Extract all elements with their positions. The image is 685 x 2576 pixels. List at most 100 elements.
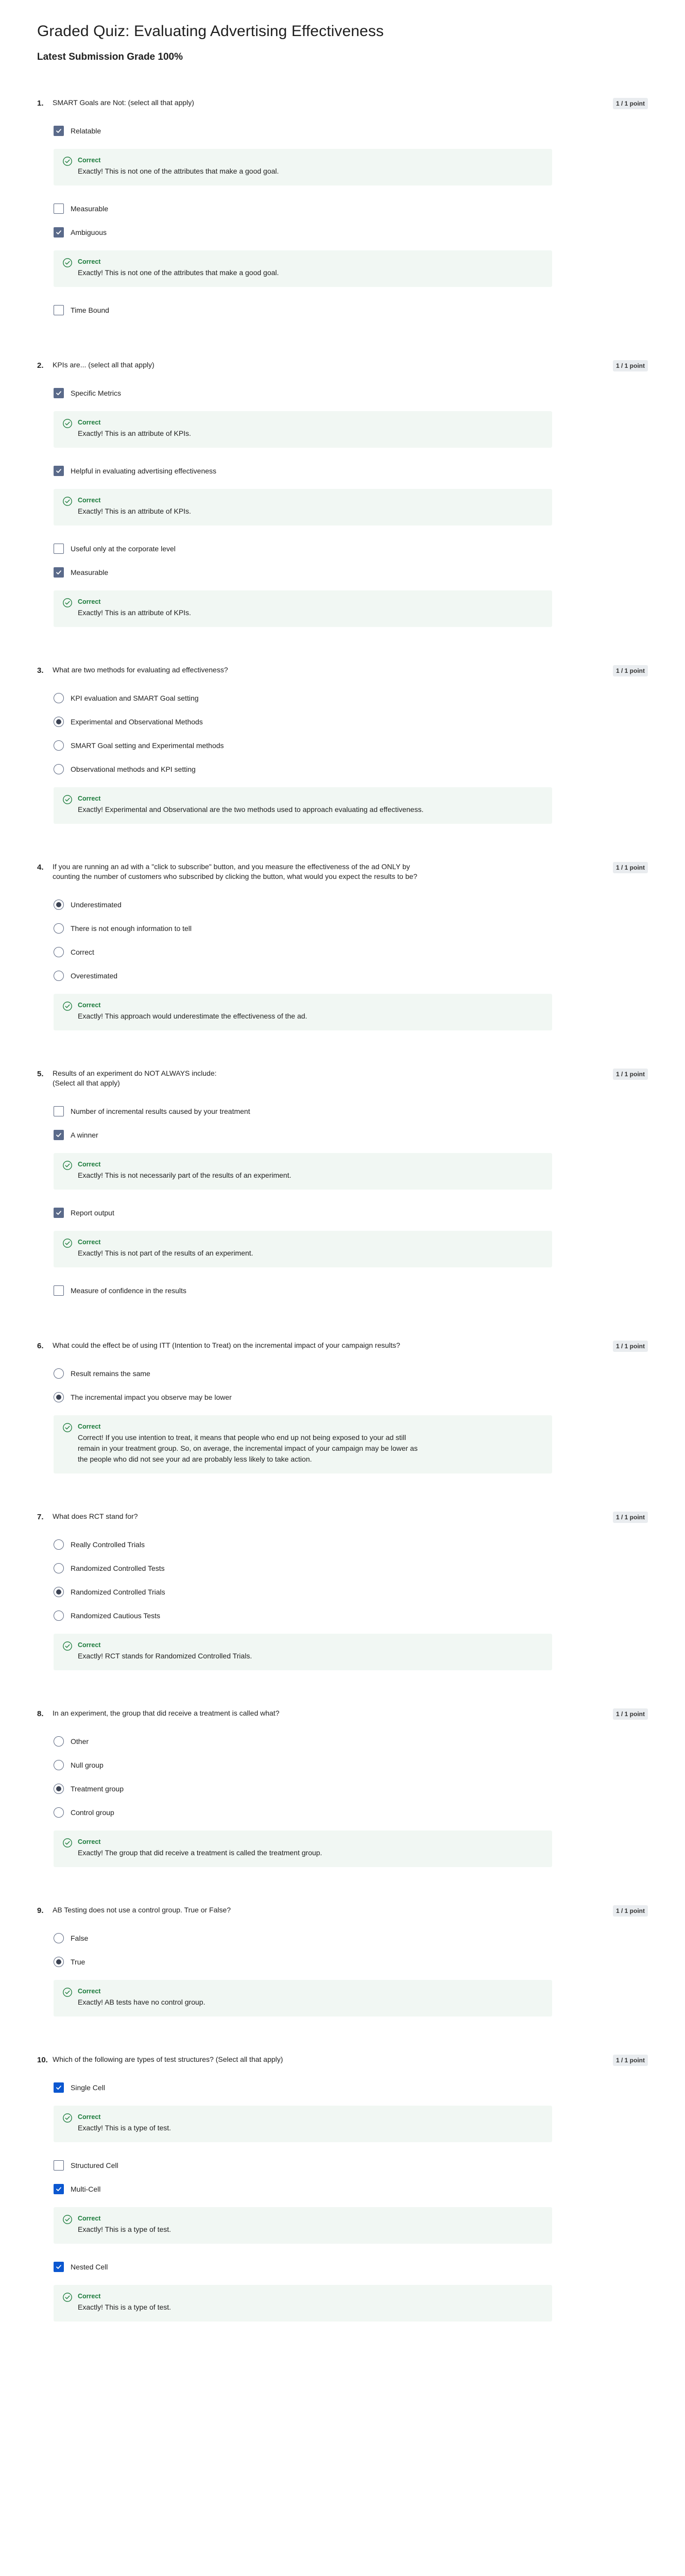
answer-checkbox[interactable] [54,1285,64,1296]
answer-option[interactable]: There is not enough information to tell [54,917,648,940]
answer-option-label: Randomized Controlled Trials [71,1588,165,1596]
answer-radio[interactable] [54,764,64,774]
answer-option[interactable]: Time Bound [54,298,648,322]
answer-radio[interactable] [54,1539,64,1550]
answer-option[interactable]: Overestimated [54,964,648,988]
answer-radio[interactable] [54,1807,64,1818]
checkbox-group: Single Cell Correct Exactly! This is a typ… [37,2076,648,2321]
question-5: 5. Results of an experiment do NOT ALWAYS… [37,1069,648,1302]
check-circle-icon [63,598,72,607]
answer-option[interactable]: Useful only at the corporate level [54,537,648,561]
feedback-title: Correct [78,497,101,504]
answer-option[interactable]: Specific Metrics [54,381,648,405]
answer-radio[interactable] [54,971,64,981]
answer-option-label: Other [71,1737,89,1745]
answer-option[interactable]: True [54,1950,648,1974]
feedback-text: Exactly! This is a type of test. [78,2303,172,2311]
feedback-text: Exactly! This is an attribute of KPIs. [78,608,191,617]
answer-option[interactable]: Report output [54,1201,648,1225]
question-header: 3. What are two methods for evaluating ad… [37,665,648,675]
radio-selected-dot [56,1786,61,1791]
answer-option[interactable]: Randomized Controlled Tests [54,1556,648,1580]
answer-option[interactable]: The incremental impact you observe may b… [54,1385,648,1409]
answer-radio[interactable] [54,947,64,957]
answer-option[interactable]: Control group [54,1801,648,1824]
answer-checkbox[interactable] [54,227,64,238]
answer-option-label: Single Cell [71,2083,105,2092]
answer-option[interactable]: Treatment group [54,1777,648,1801]
answer-option[interactable]: False [54,1926,648,1950]
answer-option[interactable]: Nested Cell [54,2255,648,2279]
answer-checkbox[interactable] [54,2160,64,2171]
answer-option[interactable]: Relatable [54,119,648,143]
answer-checkbox[interactable] [54,466,64,476]
answer-checkbox[interactable] [54,1130,64,1140]
answer-option-label: True [71,1958,85,1966]
answer-checkbox[interactable] [54,544,64,554]
answer-checkbox[interactable] [54,567,64,578]
answer-radio[interactable] [54,717,64,727]
answer-checkbox[interactable] [54,1208,64,1218]
answer-radio[interactable] [54,923,64,934]
answer-option[interactable]: Other [54,1730,648,1753]
answer-option[interactable]: Measurable [54,197,648,221]
answer-checkbox[interactable] [54,2082,64,2093]
check-mark-icon [56,2187,61,2191]
answer-option[interactable]: Multi-Cell [54,2177,648,2201]
answer-option[interactable]: SMART Goal setting and Experimental meth… [54,734,648,757]
answer-option[interactable]: Observational methods and KPI setting [54,757,648,781]
answer-checkbox[interactable] [54,388,64,398]
answer-option[interactable]: Randomized Controlled Trials [54,1580,648,1604]
answer-checkbox[interactable] [54,2184,64,2194]
answer-radio[interactable] [54,1392,64,1402]
answer-option[interactable]: KPI evaluation and SMART Goal setting [54,686,648,710]
answer-option[interactable]: Measurable [54,561,648,584]
radio-group: KPI evaluation and SMART Goal setting Exp… [37,686,648,824]
answer-checkbox[interactable] [54,305,64,315]
answer-checkbox[interactable] [54,126,64,136]
feedback-text: Exactly! This is an attribute of KPIs. [78,429,191,437]
answer-radio[interactable] [54,693,64,703]
answer-radio[interactable] [54,1368,64,1379]
answer-option[interactable]: Single Cell [54,2076,648,2099]
answer-option[interactable]: Correct [54,940,648,964]
answer-option-label: Randomized Cautious Tests [71,1612,161,1620]
question-text: Which of the following are types of test… [53,2055,283,2063]
answer-option-label: Measure of confidence in the results [71,1286,186,1295]
answer-option[interactable]: A winner [54,1123,648,1147]
answer-option[interactable]: Really Controlled Trials [54,1533,648,1556]
feedback-title: Correct [78,258,101,265]
answer-radio[interactable] [54,740,64,751]
check-mark-icon [56,391,61,395]
answer-option[interactable]: Ambiguous [54,221,648,244]
feedback-body: Correct Exactly! This is an attribute of … [78,497,191,517]
answer-radio[interactable] [54,1760,64,1770]
answer-option[interactable]: Result remains the same [54,1362,648,1385]
feedback-body: Correct Exactly! This approach would unde… [78,1002,307,1022]
answer-checkbox[interactable] [54,2262,64,2272]
answer-option-label: Observational methods and KPI setting [71,765,196,773]
answer-radio[interactable] [54,1587,64,1597]
answer-option[interactable]: Number of incremental results caused by … [54,1099,648,1123]
answer-radio[interactable] [54,1933,64,1943]
answer-radio[interactable] [54,900,64,910]
answer-radio[interactable] [54,1957,64,1967]
answer-option[interactable]: Experimental and Observational Methods [54,710,648,734]
answer-radio[interactable] [54,1563,64,1573]
answer-option[interactable]: Helpful in evaluating advertising effect… [54,459,648,483]
answer-radio[interactable] [54,1611,64,1621]
answer-radio[interactable] [54,1736,64,1747]
answer-option[interactable]: Structured Cell [54,2154,648,2177]
answer-option[interactable]: Measure of confidence in the results [54,1279,648,1302]
feedback-title: Correct [78,157,101,164]
answer-radio[interactable] [54,1784,64,1794]
feedback-text: Exactly! This approach would underestima… [78,1012,307,1020]
answer-checkbox[interactable] [54,1106,64,1116]
feedback-title: Correct [78,2293,101,2300]
answer-option[interactable]: Underestimated [54,893,648,917]
feedback-title: Correct [78,1002,101,1009]
answer-option[interactable]: Randomized Cautious Tests [54,1604,648,1628]
answer-option[interactable]: Null group [54,1753,648,1777]
points-badge: 1 / 1 point [612,862,648,873]
answer-checkbox[interactable] [54,204,64,214]
